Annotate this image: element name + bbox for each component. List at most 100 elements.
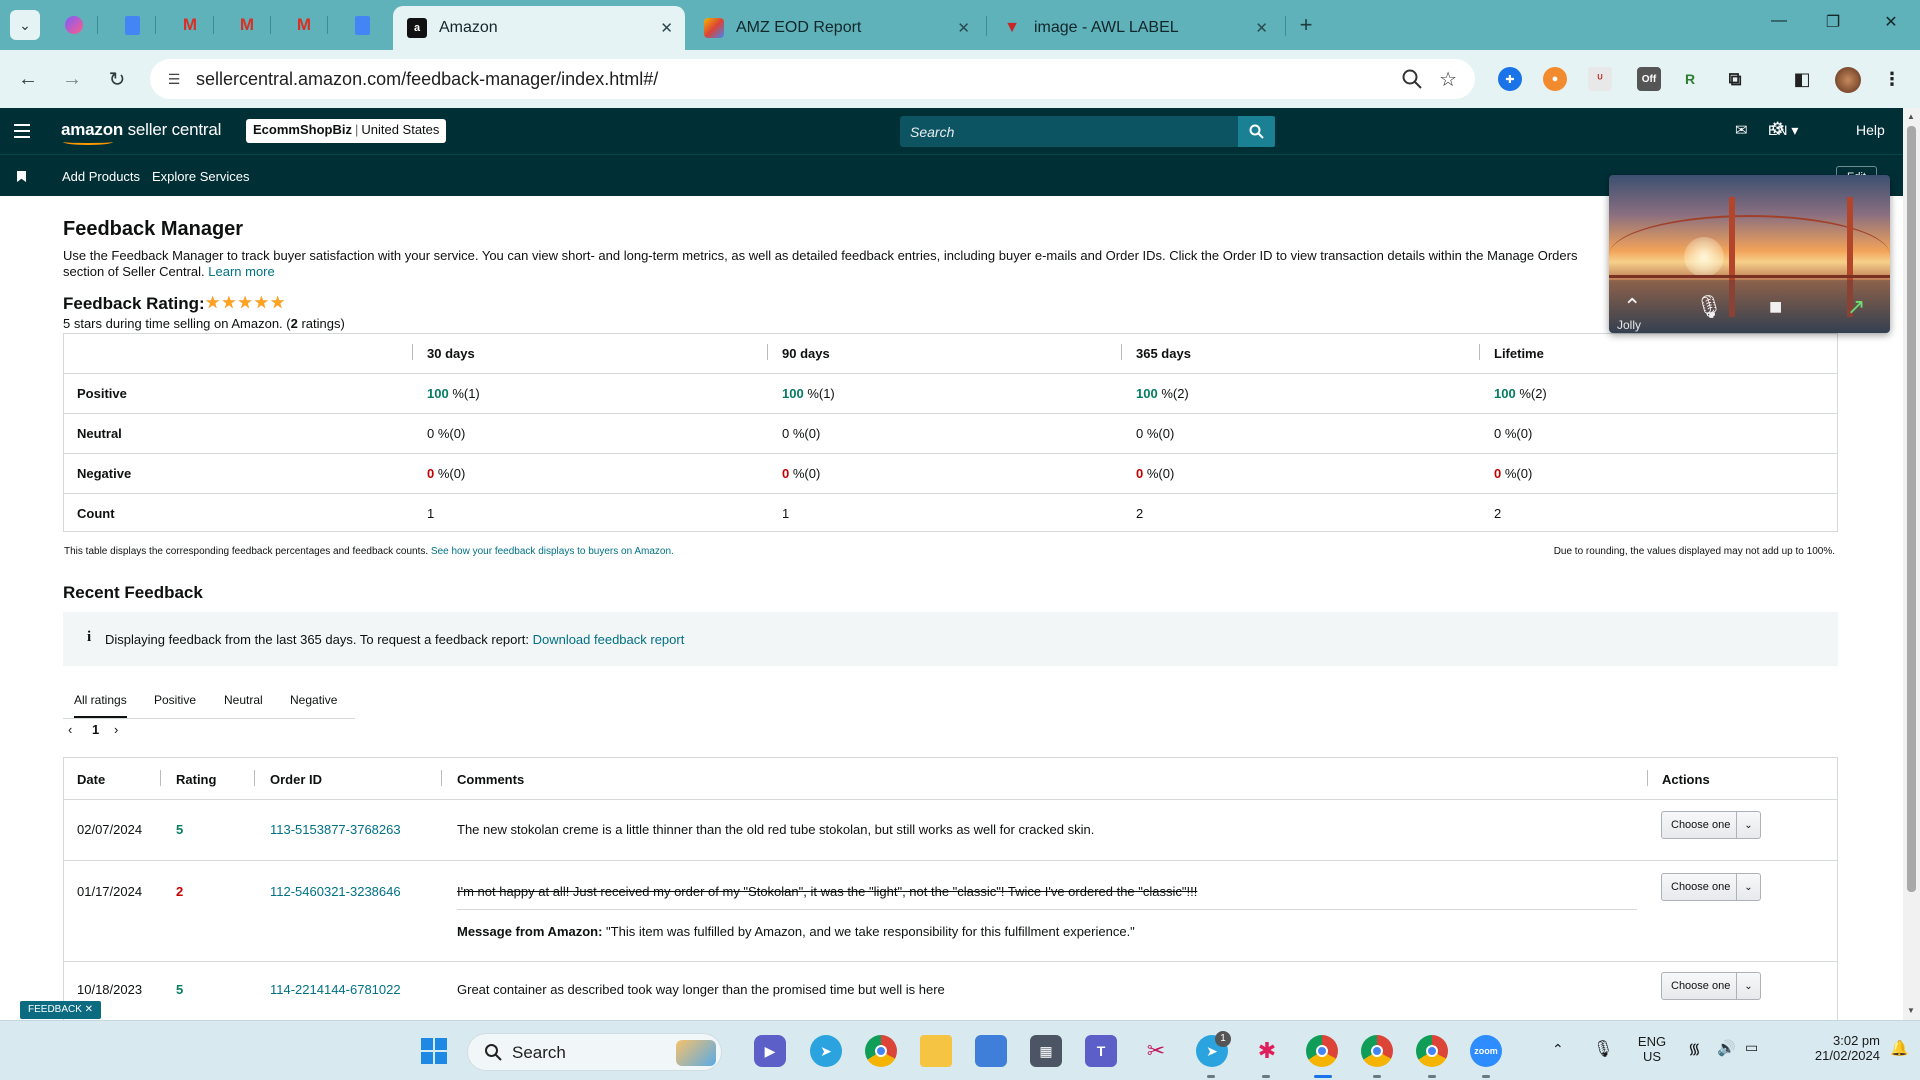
side-panel-icon[interactable]: ◧	[1790, 67, 1814, 91]
notification-bell-icon[interactable]: 🔔	[1890, 1039, 1909, 1057]
zoom-icon[interactable]: zoom	[1470, 1035, 1502, 1067]
next-page-icon[interactable]: ›	[114, 722, 118, 737]
expand-up-icon[interactable]: ⌃	[1623, 294, 1641, 320]
extension-off-icon[interactable]: Off	[1637, 67, 1661, 91]
feedback-comment: The new stokolan creme is a little thinn…	[457, 822, 1095, 837]
extension-red-icon[interactable]: ᵁ	[1588, 67, 1612, 91]
tab-image-awl-label[interactable]: ▼ image - AWL LABEL ✕	[988, 6, 1280, 50]
pinned-tab-gmail-1[interactable]: M	[173, 10, 207, 40]
meet-icon[interactable]: ▶	[754, 1035, 786, 1067]
notepad-icon[interactable]	[975, 1035, 1007, 1067]
help-link[interactable]: Help	[1856, 122, 1885, 138]
page-scrollbar[interactable]: ▲ ▼	[1903, 108, 1920, 1020]
calculator-icon[interactable]: ▦	[1030, 1035, 1062, 1067]
new-tab-button[interactable]: +	[1291, 10, 1321, 40]
chrome-profile-3-icon[interactable]	[1416, 1035, 1448, 1067]
chrome-profile-2-icon[interactable]	[1361, 1035, 1393, 1067]
scrollbar-thumb[interactable]	[1907, 126, 1916, 892]
microphone-icon[interactable]: 🎙	[1593, 1039, 1613, 1059]
reload-button[interactable]: ↻	[102, 64, 132, 94]
wifi-icon[interactable]: ᯾	[1688, 1039, 1701, 1059]
clock[interactable]: 3:02 pm 21/02/2024	[1780, 1033, 1880, 1063]
url-text[interactable]: sellercentral.amazon.com/feedback-manage…	[196, 69, 658, 90]
chrome-icon[interactable]	[865, 1035, 897, 1067]
order-id-link[interactable]: 112-5460321-3238646	[270, 884, 401, 899]
site-info-icon[interactable]: ☰	[164, 69, 184, 89]
learn-more-link[interactable]: Learn more	[208, 264, 274, 279]
tab-search-button[interactable]: ⌄	[10, 10, 40, 40]
nav-add-products[interactable]: Add Products	[62, 169, 140, 184]
tab-positive[interactable]: Positive	[154, 693, 196, 707]
extension-rs-icon[interactable]: R	[1678, 67, 1702, 91]
snipping-tool-icon[interactable]: ✂	[1140, 1035, 1172, 1067]
feedback-rating: 5	[176, 822, 184, 837]
address-bar[interactable]: ☰ sellercentral.amazon.com/feedback-mana…	[150, 59, 1475, 99]
count-value: 2	[1494, 506, 1502, 521]
zoom-icon[interactable]	[1401, 68, 1423, 90]
hamburger-menu-icon[interactable]	[14, 124, 30, 138]
extension-orange-icon[interactable]: ●	[1543, 67, 1567, 91]
pinned-tab-gmail-3[interactable]: M	[287, 10, 321, 40]
feedback-button[interactable]: FEEDBACK ✕	[20, 1001, 102, 1019]
language-selector[interactable]: EN ▾	[1768, 122, 1798, 139]
seller-central-header: amazon seller central EcommShopBiz | Unite…	[0, 108, 1903, 154]
pinned-tab-gmail-2[interactable]: M	[230, 10, 264, 40]
close-tab-icon[interactable]: ✕	[1255, 19, 1268, 37]
scroll-down-icon[interactable]: ▼	[1907, 1006, 1915, 1015]
battery-icon[interactable]: ▭	[1745, 1039, 1758, 1056]
nav-explore-services[interactable]: Explore Services	[152, 169, 250, 184]
file-explorer-icon[interactable]	[920, 1035, 952, 1067]
extensions-puzzle-icon[interactable]: ⧉	[1723, 67, 1747, 91]
video-call-overlay[interactable]: ⌃ 🎙 ■ ↗ Jolly	[1609, 175, 1890, 333]
tab-amazon[interactable]: a Amazon ✕	[393, 6, 685, 50]
telegram-icon[interactable]: ➤	[810, 1035, 842, 1067]
minimize-button[interactable]: —	[1756, 12, 1802, 30]
pinned-tab-docs[interactable]	[115, 10, 149, 40]
choose-action-dropdown[interactable]: Choose one ⌄	[1661, 811, 1761, 839]
bookmark-icon[interactable]	[17, 171, 26, 182]
forward-button[interactable]: →	[57, 64, 87, 94]
search-input[interactable]	[900, 116, 1237, 147]
close-tab-icon[interactable]: ✕	[660, 19, 673, 37]
back-button[interactable]: ←	[13, 64, 43, 94]
bookmark-star-icon[interactable]: ☆	[1439, 67, 1457, 92]
extension-blue-icon[interactable]: ✚	[1498, 67, 1522, 91]
camera-icon[interactable]: ■	[1769, 294, 1782, 320]
store-selector[interactable]: EcommShopBiz | United States	[246, 119, 447, 143]
search-highlight-icon	[676, 1040, 716, 1066]
col-date: Date	[77, 772, 106, 787]
scroll-up-icon[interactable]: ▲	[1907, 112, 1915, 121]
mail-icon[interactable]: ✉	[1735, 121, 1748, 139]
restore-button[interactable]: ❐	[1810, 12, 1856, 32]
page-number[interactable]: 1	[92, 722, 99, 737]
seller-central-logo[interactable]: amazon seller central	[61, 120, 221, 145]
feedback-display-link[interactable]: See how your feedback displays to buyers…	[431, 546, 674, 557]
share-icon[interactable]: ↗	[1847, 294, 1865, 320]
show-hidden-icons[interactable]: ⌃	[1552, 1041, 1564, 1058]
tab-all-ratings[interactable]: All ratings	[74, 693, 127, 718]
tab-negative[interactable]: Negative	[290, 693, 337, 707]
tab-neutral[interactable]: Neutral	[224, 693, 263, 707]
pinned-tab-docs-2[interactable]	[345, 10, 379, 40]
choose-action-dropdown[interactable]: Choose one ⌄	[1661, 873, 1761, 901]
slack-icon[interactable]: ✱	[1251, 1035, 1283, 1067]
order-id-link[interactable]: 113-5153877-3768263	[270, 822, 401, 837]
prev-page-icon[interactable]: ‹	[68, 722, 72, 737]
volume-icon[interactable]: 🔊	[1717, 1039, 1736, 1057]
windows-start-icon[interactable]	[418, 1035, 450, 1067]
tab-amz-eod-report[interactable]: AMZ EOD Report ✕	[690, 6, 982, 50]
close-tab-icon[interactable]: ✕	[957, 19, 970, 37]
chrome-profile-1-icon[interactable]	[1306, 1035, 1338, 1067]
close-window-button[interactable]: ✕	[1868, 12, 1914, 32]
browser-menu-icon[interactable]: ⋮	[1880, 67, 1904, 91]
download-report-link[interactable]: Download feedback report	[533, 632, 685, 647]
mic-muted-icon[interactable]: 🎙	[1695, 294, 1723, 320]
choose-action-dropdown[interactable]: Choose one ⌄	[1661, 972, 1761, 1000]
pinned-tab-messenger[interactable]	[57, 10, 91, 40]
language-indicator[interactable]: ENG US	[1632, 1034, 1672, 1064]
profile-avatar[interactable]	[1835, 67, 1861, 93]
order-id-link[interactable]: 114-2214144-6781022	[270, 982, 401, 997]
teams-icon[interactable]: T	[1085, 1035, 1117, 1067]
taskbar-search[interactable]: Search	[467, 1033, 722, 1071]
search-button[interactable]	[1238, 116, 1275, 147]
